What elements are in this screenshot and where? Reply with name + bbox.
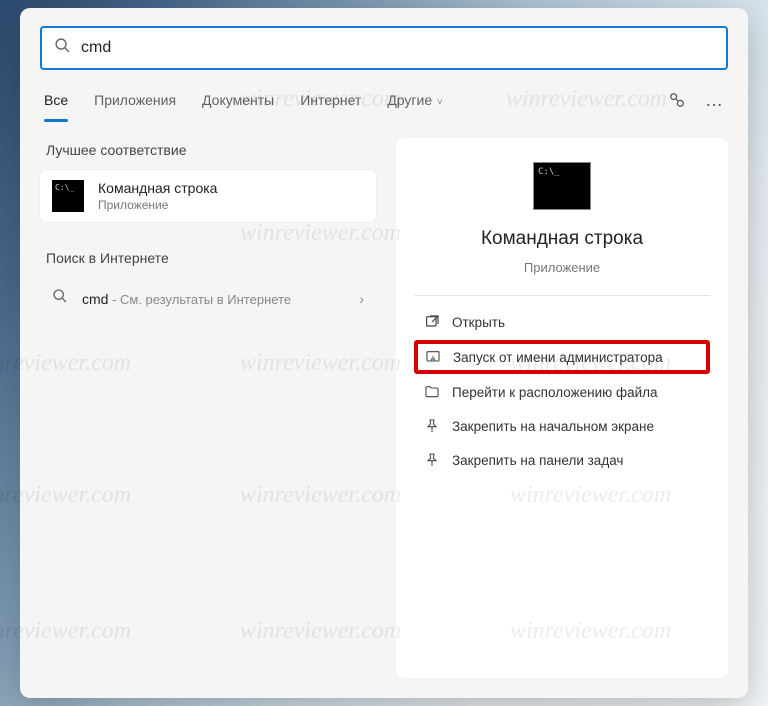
cmd-icon: C:\_: [533, 162, 591, 210]
result-subtitle: Приложение: [98, 198, 217, 212]
result-text: Командная строка Приложение: [98, 180, 217, 212]
tab-documents[interactable]: Документы: [202, 88, 274, 112]
web-text: cmd - См. результаты в Интернете: [82, 291, 291, 307]
search-icon: [54, 37, 71, 59]
action-run-as-admin[interactable]: Запуск от имени администратора: [414, 340, 710, 374]
action-open[interactable]: Открыть: [414, 306, 710, 338]
tabs-right: …: [667, 90, 724, 110]
search-box[interactable]: [40, 26, 728, 70]
action-pin-taskbar[interactable]: Закрепить на панели задач: [414, 444, 710, 476]
best-match-result[interactable]: C:\_ Командная строка Приложение: [40, 170, 376, 222]
best-match-heading: Лучшее соответствие: [40, 138, 376, 170]
search-panel: Все Приложения Документы Интернет Другие…: [20, 8, 748, 698]
preview-header: C:\_ Командная строка Приложение: [414, 162, 710, 295]
tab-all[interactable]: Все: [44, 88, 68, 112]
action-list: Открыть Запуск от имени администратора П…: [414, 295, 710, 476]
search-icon: [52, 288, 68, 309]
action-pin-start[interactable]: Закрепить на начальном экране: [414, 410, 710, 442]
action-open-file-location[interactable]: Перейти к расположению файла: [414, 376, 710, 408]
web-search-item[interactable]: cmd - См. результаты в Интернете ›: [40, 278, 376, 319]
tabs-row: Все Приложения Документы Интернет Другие…: [40, 88, 728, 112]
body: Лучшее соответствие C:\_ Командная строк…: [40, 138, 728, 678]
preview-title: Командная строка: [481, 228, 643, 250]
left-column: Лучшее соответствие C:\_ Командная строк…: [40, 138, 376, 678]
web-search-heading: Поиск в Интернете: [40, 246, 376, 278]
web-section: Поиск в Интернете cmd - См. результаты в…: [40, 246, 376, 319]
preview-pane: C:\_ Командная строка Приложение Открыть…: [396, 138, 728, 678]
tab-apps[interactable]: Приложения: [94, 88, 176, 112]
preview-subtitle: Приложение: [524, 260, 600, 275]
tab-more[interactable]: Другие ˅: [387, 88, 442, 112]
tab-web[interactable]: Интернет: [300, 88, 361, 112]
tabs: Все Приложения Документы Интернет Другие…: [44, 88, 443, 112]
chevron-right-icon: ›: [359, 291, 364, 307]
search-input[interactable]: [81, 39, 714, 57]
more-options-icon[interactable]: …: [705, 91, 724, 109]
result-title: Командная строка: [98, 180, 217, 196]
chevron-down-icon: ˅: [434, 97, 443, 108]
cmd-icon: C:\_: [52, 180, 84, 212]
recent-searches-icon[interactable]: [667, 90, 687, 110]
